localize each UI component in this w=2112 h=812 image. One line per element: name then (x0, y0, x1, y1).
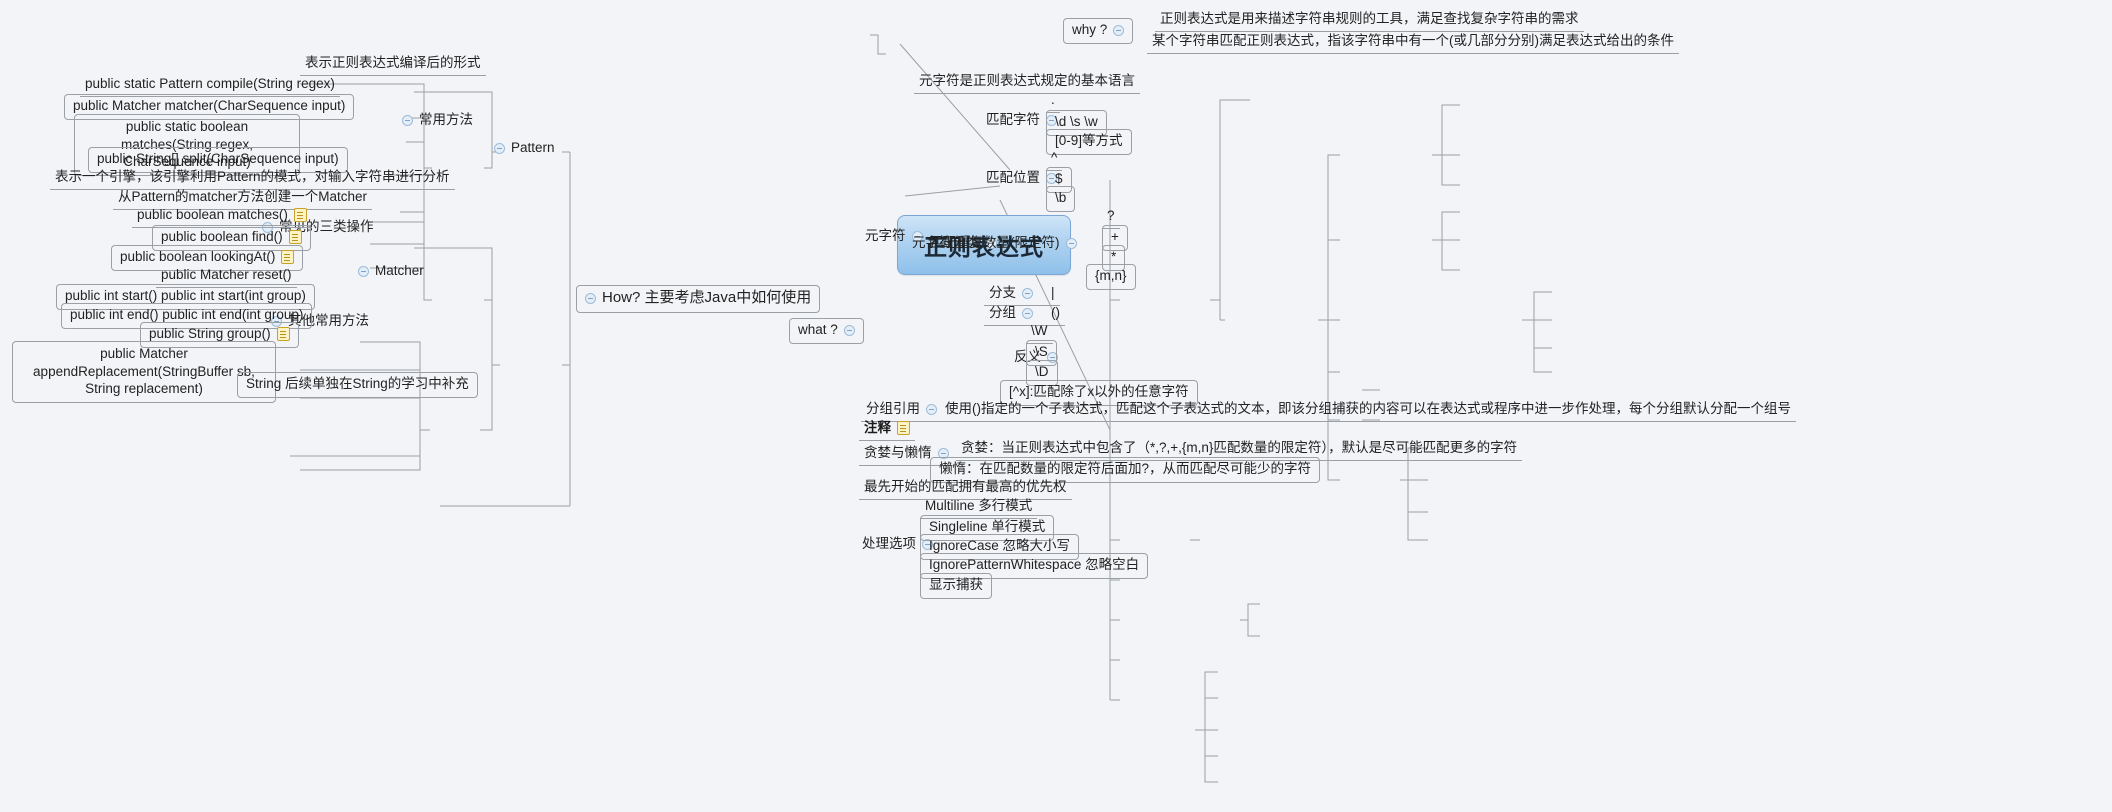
collapse-dot-icon[interactable] (358, 265, 369, 277)
collapse-dot-icon[interactable] (1065, 237, 1077, 249)
why-node[interactable]: why ? (1063, 18, 1134, 44)
match-char-label: 匹配字符 (986, 112, 1040, 127)
branch-label: 分支 (989, 285, 1016, 300)
note-icon[interactable] (276, 327, 290, 342)
greedy-lazy-item-0-label: 贪婪：当正则表达式中包含了（*,?,+,{m,n}匹配数量的限定符），默认是尽可… (961, 440, 1518, 455)
matcher-other-4-label: public Matcher appendReplacement(StringB… (33, 346, 255, 397)
note-icon[interactable] (281, 250, 295, 265)
group-ref-text-label: 使用()指定的一个子表达式，匹配这个子表达式的文本，即该分组捕获的内容可以在表达… (945, 401, 1791, 416)
metachar-desc-label: 元字符是正则表达式规定的基本语言 (919, 73, 1135, 88)
matcher-label: Matcher (375, 263, 424, 278)
matcher-op-2-label: public boolean lookingAt() (120, 249, 276, 264)
match-repeat-item-1-label: + (1111, 229, 1119, 244)
group-group[interactable]: 分组 () (984, 303, 1065, 326)
matcher-other-0-label: public Matcher reset() (161, 267, 292, 282)
matcher-op-0-label: public boolean matches() (137, 207, 288, 222)
match-repeat-item-0-label: ? (1107, 208, 1115, 223)
match-pos-label: 匹配位置 (986, 170, 1040, 185)
options-item-3-label: IgnorePatternWhitespace 忽略空白 (929, 557, 1140, 572)
what-label: what ? (798, 322, 838, 337)
match-char-item-0-label: . (1051, 92, 1055, 107)
options-item-4-label: 显示捕获 (929, 577, 983, 592)
metachar-label: 元字符 (865, 228, 906, 243)
collapse-dot-icon[interactable] (402, 114, 413, 126)
pattern-desc-label: 表示正则表达式编译后的形式 (305, 55, 481, 70)
why-label: why ? (1072, 22, 1108, 37)
collapse-dot-icon[interactable] (1022, 287, 1033, 299)
pattern-method-0-label: public static Pattern compile(String reg… (85, 76, 335, 91)
negation-item-1-label: \S (1035, 344, 1048, 359)
string-label: String 后续单独在String的学习中补充 (246, 376, 469, 391)
group-value: () (1051, 305, 1060, 320)
branch-value: | (1051, 285, 1055, 300)
how-label: How? 主要考虑Java中如何使用 (602, 289, 812, 306)
what-node[interactable]: what ? (789, 318, 864, 344)
note-icon[interactable] (293, 208, 307, 223)
mindmap-canvas: 正则表达式 why ? 正则表达式是用来描述字符串规则的工具，满足查找复杂字符串… (0, 0, 2112, 812)
metachar-desc[interactable]: 元字符是正则表达式规定的基本语言 (914, 71, 1140, 94)
matcher-create-label: 从Pattern的matcher方法创建一个Matcher (118, 189, 368, 204)
match-char-item-2-label: [0-9]等方式 (1055, 133, 1123, 148)
matcher-desc-label: 表示一个引擎，该引擎利用Pattern的模式，对输入字符串进行分析 (55, 169, 450, 184)
group-ref-label: 分组引用 (866, 401, 920, 416)
why-item-0[interactable]: 正则表达式是用来描述字符串规则的工具，满足查找复杂字符串的需求 (1155, 9, 1584, 32)
negation-item-2-label: \D (1035, 364, 1049, 379)
matcher-node[interactable]: Matcher (354, 261, 428, 282)
comment-node[interactable]: 注释 (859, 418, 915, 441)
note-icon[interactable] (288, 230, 302, 245)
pattern-node[interactable]: Pattern (490, 138, 559, 159)
match-repeat-label: 匹配重复数量(限定符) (929, 235, 1060, 250)
match-pos-item-2-label: \b (1055, 190, 1067, 205)
options-item-0-label: Multiline 多行模式 (925, 498, 1033, 513)
matcher-op-1-label: public boolean find() (161, 229, 283, 244)
why-item-0-label: 正则表达式是用来描述字符串规则的工具，满足查找复杂字符串的需求 (1160, 11, 1579, 26)
collapse-dot-icon[interactable] (494, 142, 505, 154)
match-repeat-item-3-label: {m,n} (1095, 268, 1127, 283)
group-label: 分组 (989, 305, 1016, 320)
pattern-method-3-label: public String[] split(CharSequence input… (97, 151, 339, 166)
greedy-lazy-item-1-label: 懒惰：在匹配数量的限定符后面加?，从而匹配尽可能少的字符 (939, 461, 1312, 476)
why-item-1-label: 某个字符串匹配正则表达式，指该字符串中有一个(或几部分分别)满足表达式给出的条件 (1152, 33, 1674, 48)
pattern-method-1-label: public Matcher matcher(CharSequence inpu… (73, 98, 346, 113)
collapse-dot-icon[interactable] (1022, 307, 1033, 319)
match-repeat-group[interactable]: 匹配重复数量(限定符) (925, 233, 1081, 254)
priority-label: 最先开始的匹配拥有最高的优先权 (864, 479, 1067, 494)
match-pos-item-0-label: ^ (1051, 150, 1058, 165)
options-label: 处理选项 (862, 536, 916, 551)
pattern-methods-label: 常用方法 (419, 112, 473, 127)
collapse-dot-icon[interactable] (843, 324, 855, 336)
negation-item-0-label: \W (1031, 323, 1048, 338)
pattern-label: Pattern (511, 140, 555, 155)
match-pos-item-2[interactable]: \b (1046, 186, 1076, 212)
why-item-1[interactable]: 某个字符串匹配正则表达式，指该字符串中有一个(或几部分分别)满足表达式给出的条件 (1147, 31, 1679, 54)
collapse-dot-icon[interactable] (1113, 24, 1125, 36)
match-repeat-item-3[interactable]: {m,n} (1086, 264, 1136, 290)
note-icon[interactable] (897, 421, 910, 436)
pattern-desc[interactable]: 表示正则表达式编译后的形式 (300, 53, 486, 76)
collapse-dot-icon[interactable] (926, 403, 937, 415)
options-item-4[interactable]: 显示捕获 (920, 573, 992, 599)
comment-label: 注释 (864, 420, 891, 435)
greedy-lazy-label: 贪婪与懒惰 (864, 445, 932, 460)
pattern-methods-group[interactable]: 常用方法 (398, 110, 477, 131)
group-ref-text[interactable]: 使用()指定的一个子表达式，匹配这个子表达式的文本，即该分组捕获的内容可以在表达… (940, 399, 1796, 422)
how-node[interactable]: How? 主要考虑Java中如何使用 (576, 285, 821, 313)
collapse-dot-icon[interactable] (585, 292, 596, 304)
string-node[interactable]: String 后续单独在String的学习中补充 (237, 372, 478, 398)
